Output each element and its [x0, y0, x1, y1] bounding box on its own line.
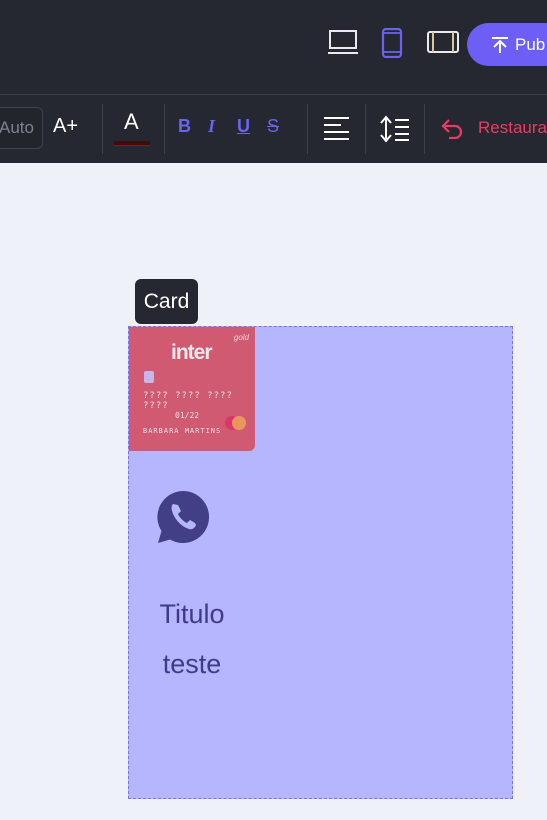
toolbar-divider: [102, 104, 103, 154]
toolbar-divider: [307, 104, 308, 154]
credit-card-image[interactable]: gold inter ???? ???? ???? ???? 01/22 BAR…: [129, 327, 255, 451]
font-size-placeholder: Auto: [0, 118, 34, 137]
mobile-view-icon[interactable]: [381, 27, 403, 63]
card-element[interactable]: gold inter ???? ???? ???? ???? 01/22 BAR…: [128, 326, 513, 799]
desktop-view-icon[interactable]: [328, 28, 358, 61]
card-brand: inter: [171, 341, 213, 364]
text-color-swatch: [114, 141, 150, 146]
toolbar-divider: [164, 104, 165, 154]
card-tier: gold: [233, 333, 249, 342]
restore-button[interactable]: Restaura: [440, 117, 547, 139]
tooltip-label: Card: [143, 289, 190, 313]
toolbar-divider: [365, 104, 366, 154]
publish-button[interactable]: Pub: [467, 23, 547, 66]
card-valid: 01/22: [175, 411, 200, 420]
card-holder: BARBARA MARTINS: [143, 427, 222, 435]
strikethrough-button[interactable]: S: [267, 116, 279, 137]
text-color-label: A: [124, 109, 139, 134]
tablet-view-icon[interactable]: [427, 28, 459, 61]
top-bar: Pub: [0, 0, 547, 95]
whatsapp-icon[interactable]: [156, 490, 210, 549]
increase-font-button[interactable]: A+: [53, 115, 78, 138]
align-left-icon[interactable]: [323, 115, 350, 148]
text-toolbar: Auto A+ A B I U S Restaura: [0, 95, 547, 163]
bold-button[interactable]: B: [178, 116, 191, 137]
card-title[interactable]: Titulo teste: [129, 589, 255, 689]
upload-icon: [492, 36, 508, 53]
mastercard-icon: [224, 413, 248, 440]
toolbar-divider: [424, 104, 425, 154]
restore-label: Restaura: [478, 118, 547, 137]
text-color-button[interactable]: A: [114, 109, 150, 149]
publish-label: Pub: [515, 34, 546, 54]
font-size-input[interactable]: Auto: [0, 107, 43, 149]
italic-button[interactable]: I: [208, 116, 215, 137]
card-number: ???? ???? ???? ????: [143, 391, 233, 411]
element-tooltip: Card: [135, 279, 198, 324]
undo-icon: [441, 119, 463, 139]
underline-button[interactable]: U: [237, 116, 250, 137]
card-chip: [144, 371, 154, 383]
line-height-icon[interactable]: [380, 115, 410, 148]
